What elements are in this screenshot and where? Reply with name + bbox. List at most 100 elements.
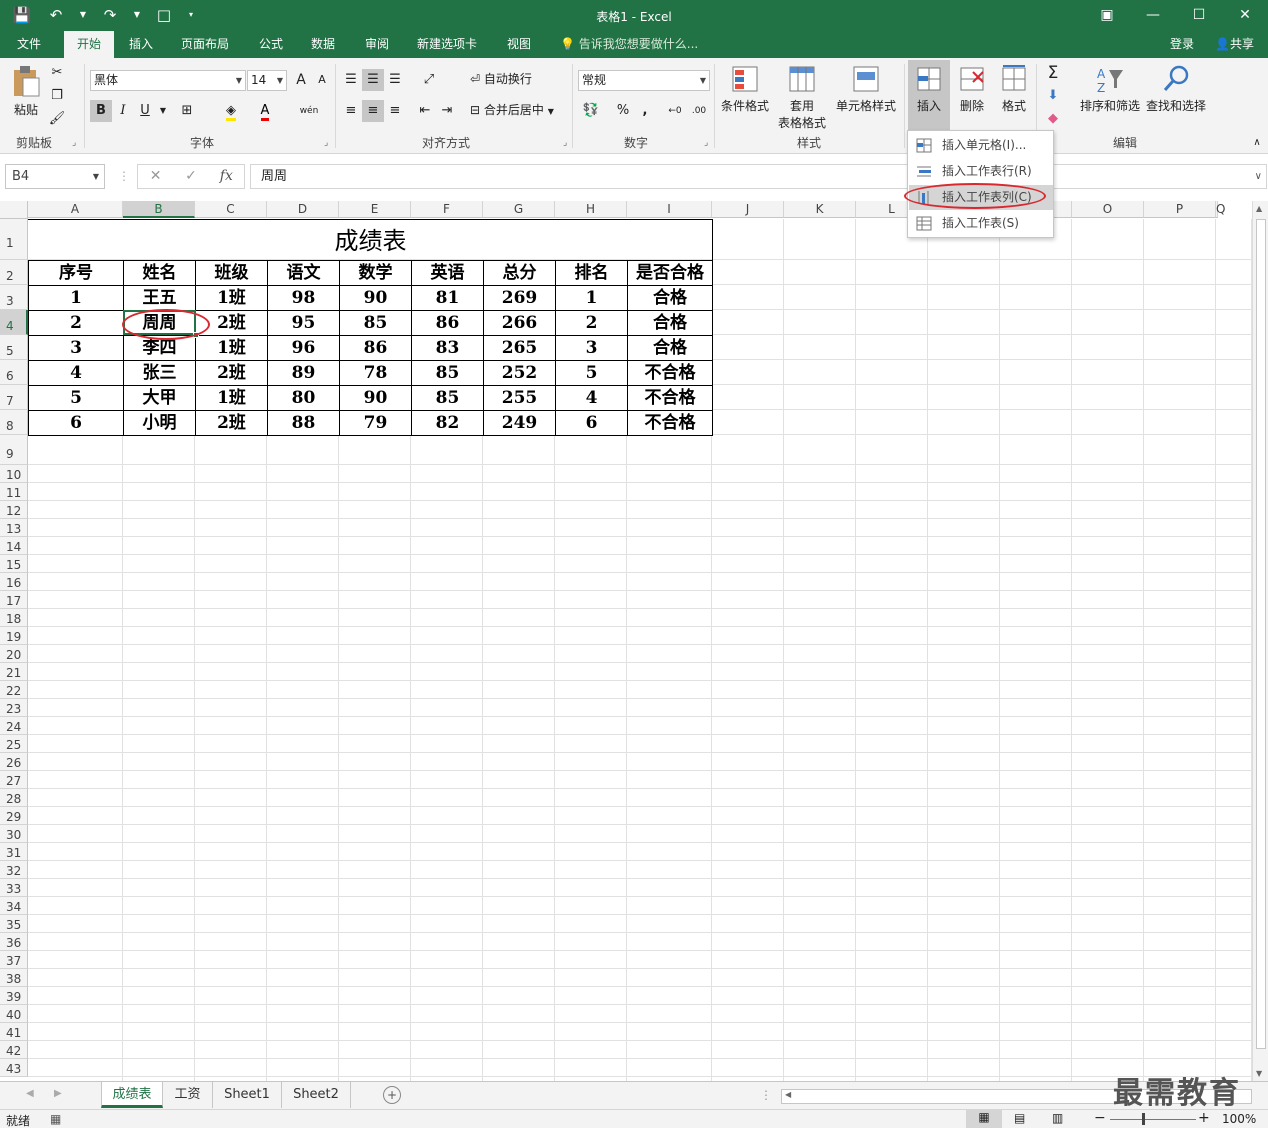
column-header-a[interactable]: A <box>28 201 123 218</box>
page-layout-view-icon[interactable]: ▤ <box>1014 1111 1025 1125</box>
vertical-scroll-thumb[interactable] <box>1256 219 1266 1049</box>
table-cell[interactable]: 79 <box>339 410 412 436</box>
row-header-39[interactable]: 39 <box>0 987 28 1005</box>
font-launcher-icon[interactable]: ⌟ <box>324 138 328 148</box>
table-cell[interactable]: 合格 <box>627 285 713 311</box>
format-cells-button[interactable]: 格式 <box>994 64 1034 114</box>
row-header-33[interactable]: 33 <box>0 879 28 897</box>
column-header-h[interactable]: H <box>555 201 627 218</box>
collapse-ribbon-icon[interactable]: ∧ <box>1246 132 1268 154</box>
column-header-q[interactable]: Q <box>1216 201 1225 218</box>
clipboard-launcher-icon[interactable]: ⌟ <box>72 138 76 148</box>
table-cell[interactable]: 1班 <box>195 385 268 411</box>
align-center-icon[interactable]: ≡ <box>362 100 384 122</box>
cell-styles-button[interactable]: 单元格样式 <box>834 64 898 114</box>
table-cell[interactable]: 4 <box>555 385 628 411</box>
vertical-scrollbar[interactable]: ▲ ▼ <box>1252 201 1268 1081</box>
row-header-3[interactable]: 3 <box>0 285 28 310</box>
tell-me-search[interactable]: 💡 告诉我您想要做什么... <box>560 31 698 58</box>
row-header-5[interactable]: 5 <box>0 335 28 360</box>
zoom-slider-thumb[interactable] <box>1142 1113 1145 1125</box>
row-header-10[interactable]: 10 <box>0 465 28 483</box>
align-right-icon[interactable]: ≡ <box>384 100 406 122</box>
table-cell[interactable]: 78 <box>339 360 412 386</box>
name-box[interactable]: B4 ▼ <box>5 164 105 189</box>
italic-button[interactable]: I <box>112 100 134 122</box>
zoom-in-icon[interactable]: + <box>1198 1110 1210 1127</box>
select-all-corner[interactable] <box>0 201 28 219</box>
table-cell[interactable]: 2班 <box>195 410 268 436</box>
bold-button[interactable]: B <box>90 100 112 122</box>
scroll-left-icon[interactable]: ◀ <box>785 1090 791 1099</box>
table-cell[interactable]: 80 <box>267 385 340 411</box>
row-header-28[interactable]: 28 <box>0 789 28 807</box>
menu-item-insert-rows[interactable]: 插入工作表行(R) <box>909 159 1053 184</box>
table-cell[interactable]: 1 <box>555 285 628 311</box>
tab-split-handle[interactable]: ⋮ <box>760 1088 772 1102</box>
minimize-icon[interactable]: — <box>1130 0 1176 31</box>
table-header-cell[interactable]: 数学 <box>339 260 412 286</box>
table-cell[interactable]: 266 <box>483 310 556 336</box>
table-cell[interactable]: 张三 <box>123 360 196 386</box>
table-cell[interactable]: 6 <box>28 410 124 436</box>
table-cell[interactable]: 255 <box>483 385 556 411</box>
grow-font-button[interactable]: A <box>290 69 312 91</box>
accounting-format-icon[interactable]: 💱 <box>580 100 602 122</box>
sign-in-link[interactable]: 登录 <box>1170 31 1194 57</box>
table-cell[interactable]: 2 <box>555 310 628 336</box>
row-header-4[interactable]: 4 <box>0 310 28 335</box>
row-header-25[interactable]: 25 <box>0 735 28 753</box>
row-header-12[interactable]: 12 <box>0 501 28 519</box>
borders-icon[interactable]: ⊞ <box>176 100 198 122</box>
zoom-level[interactable]: 100% <box>1222 1112 1256 1126</box>
sheet-tab-2[interactable]: Sheet1 <box>213 1082 282 1108</box>
table-cell[interactable]: 96 <box>267 335 340 361</box>
column-header-f[interactable]: F <box>411 201 483 218</box>
merge-center-button[interactable]: ⊟ 合并后居中 ▼ <box>470 100 554 122</box>
alignment-launcher-icon[interactable]: ⌟ <box>563 138 567 148</box>
row-header-27[interactable]: 27 <box>0 771 28 789</box>
cancel-entry-icon[interactable]: ✕ <box>138 165 173 188</box>
copy-icon[interactable]: ❐ <box>46 85 68 107</box>
table-cell[interactable]: 89 <box>267 360 340 386</box>
fill-color-icon[interactable]: ◈ <box>220 100 242 122</box>
tab-8[interactable]: 视图 <box>498 31 540 58</box>
table-cell[interactable]: 249 <box>483 410 556 436</box>
tab-6[interactable]: 审阅 <box>356 31 398 58</box>
column-header-j[interactable]: J <box>712 201 784 218</box>
delete-cells-button[interactable]: 删除 <box>952 64 992 114</box>
table-cell[interactable]: 81 <box>411 285 484 311</box>
table-cell[interactable]: 85 <box>339 310 412 336</box>
column-header-i[interactable]: I <box>627 201 712 218</box>
table-cell[interactable]: 90 <box>339 285 412 311</box>
row-header-34[interactable]: 34 <box>0 897 28 915</box>
row-header-29[interactable]: 29 <box>0 807 28 825</box>
add-sheet-icon[interactable]: + <box>383 1086 401 1104</box>
row-header-22[interactable]: 22 <box>0 681 28 699</box>
zoom-out-icon[interactable]: − <box>1094 1110 1106 1127</box>
maximize-icon[interactable]: ☐ <box>1176 0 1222 31</box>
row-header-41[interactable]: 41 <box>0 1023 28 1041</box>
column-header-g[interactable]: G <box>483 201 555 218</box>
close-icon[interactable]: ✕ <box>1222 0 1268 31</box>
tab-1[interactable]: 开始 <box>64 31 114 58</box>
autosum-button[interactable]: Σ <box>1042 62 1064 84</box>
table-cell[interactable]: 90 <box>339 385 412 411</box>
row-header-32[interactable]: 32 <box>0 861 28 879</box>
table-cell[interactable]: 269 <box>483 285 556 311</box>
row-header-15[interactable]: 15 <box>0 555 28 573</box>
scroll-up-icon[interactable]: ▲ <box>1256 204 1262 213</box>
table-cell[interactable]: 6 <box>555 410 628 436</box>
column-header-d[interactable]: D <box>267 201 339 218</box>
scroll-down-icon[interactable]: ▼ <box>1256 1069 1262 1078</box>
row-header-36[interactable]: 36 <box>0 933 28 951</box>
clear-icon[interactable]: ◆ <box>1042 108 1064 130</box>
table-header-cell[interactable]: 姓名 <box>123 260 196 286</box>
table-header-cell[interactable]: 是否合格 <box>627 260 713 286</box>
row-header-35[interactable]: 35 <box>0 915 28 933</box>
table-cell[interactable]: 83 <box>411 335 484 361</box>
table-header-cell[interactable]: 英语 <box>411 260 484 286</box>
shrink-font-button[interactable]: A <box>311 69 333 91</box>
row-header-6[interactable]: 6 <box>0 360 28 385</box>
align-top-icon[interactable]: ☰ <box>340 69 362 91</box>
